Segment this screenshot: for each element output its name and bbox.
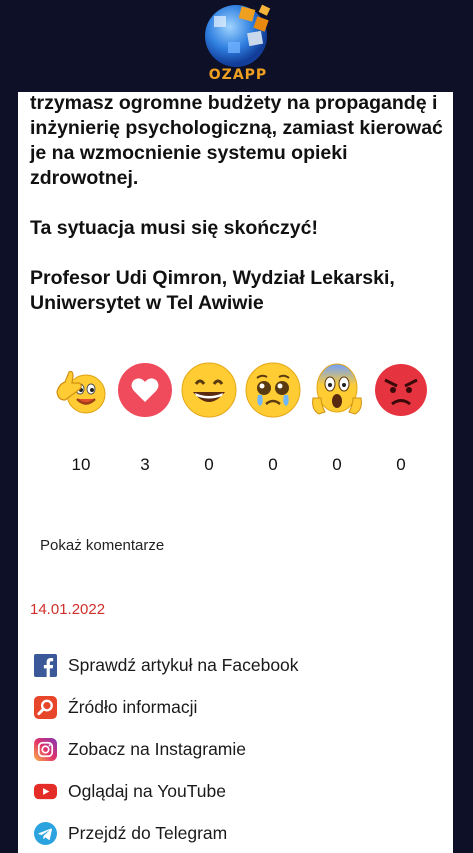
article-author: Profesor Udi Qimron, Wydział Lekarski, U… <box>30 267 395 314</box>
source-link[interactable]: Źródło informacji <box>34 686 444 728</box>
instagram-icon <box>34 737 57 761</box>
youtube-link[interactable]: Oglądaj na YouTube <box>34 770 444 812</box>
article-card: trzymasz ogromne budżety na propagandę i… <box>18 92 453 853</box>
link-label: Przejdź do Telegram <box>68 822 228 843</box>
reaction-counts: 10 3 0 0 0 0 <box>18 455 453 479</box>
reaction-count: 0 <box>268 455 278 474</box>
show-comments-button[interactable]: Pokaż komentarze <box>40 537 164 554</box>
publish-date: 14.01.2022 <box>30 601 106 618</box>
telegram-link[interactable]: Przejdź do Telegram <box>34 812 444 853</box>
youtube-icon <box>34 783 57 799</box>
reaction-count: 0 <box>396 455 406 474</box>
source-search-icon <box>34 695 57 719</box>
telegram-icon <box>34 821 57 845</box>
instagram-link[interactable]: Zobacz na Instagramie <box>34 728 444 770</box>
logo-text: OZAPP <box>208 67 268 83</box>
link-label: Oglądaj na YouTube <box>68 780 226 801</box>
reactions-bar <box>18 362 453 422</box>
reaction-count: 10 <box>71 455 91 474</box>
link-label: Sprawdź artykuł na Facebook <box>68 654 299 675</box>
app-header: OZAPP <box>0 0 473 92</box>
pleading-face-icon[interactable] <box>245 362 301 418</box>
grinning-face-icon[interactable] <box>181 362 237 418</box>
reaction-count: 0 <box>204 455 214 474</box>
thumbs-up-emoji-icon[interactable] <box>53 362 109 418</box>
facebook-icon <box>34 653 57 677</box>
article-body: trzymasz ogromne budżety na propagandę i… <box>30 92 445 341</box>
share-links: Sprawdź artykuł na Facebook Źródło infor… <box>34 644 444 853</box>
reaction-count: 0 <box>332 455 342 474</box>
link-label: Zobacz na Instagramie <box>68 738 247 759</box>
facebook-link[interactable]: Sprawdź artykuł na Facebook <box>34 644 444 686</box>
screaming-face-icon[interactable] <box>309 362 365 418</box>
reaction-count: 3 <box>140 455 150 474</box>
heart-icon[interactable] <box>117 362 173 418</box>
article-paragraph: Ta sytuacja musi się skończyć! <box>30 217 318 239</box>
article-paragraph: trzymasz ogromne budżety na propagandę i… <box>30 92 443 189</box>
angry-face-icon[interactable] <box>373 362 429 418</box>
link-label: Źródło informacji <box>68 696 198 717</box>
